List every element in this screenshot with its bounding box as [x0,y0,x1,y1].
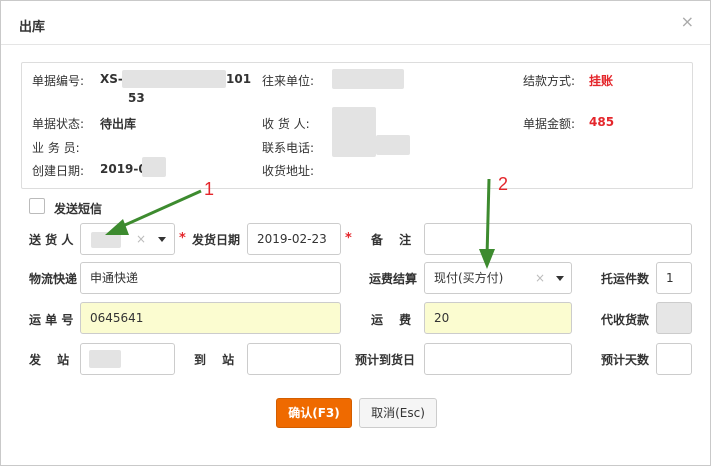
order-no-label: 单据编号: [32,74,85,88]
to-station-input[interactable] [247,343,341,375]
chevron-down-icon [158,237,166,242]
waybill-input[interactable]: 0645641 [80,302,341,334]
redacted-station [89,350,121,368]
dialog-title: 出库 [19,20,46,35]
status-label: 单据状态: [32,117,85,131]
salesman-label: 业 务 员: [32,141,80,155]
address-label: 收货地址: [262,164,315,178]
from-station-label: 发 站 [29,353,70,367]
remark-label: 备 注 [371,233,412,247]
redacted-sender [91,232,121,248]
sender-label: 送 货 人 [29,233,74,247]
partner-label: 往来单位: [262,74,315,88]
redacted-order-no [122,70,226,88]
sender-select[interactable]: × [80,223,175,255]
freight-settle-select[interactable]: 现付(买方付) × [424,262,572,294]
send-sms-checkbox[interactable] [29,198,45,214]
order-no-line2: 53 [128,91,145,105]
status-value: 待出库 [100,117,137,131]
logistics-input[interactable]: 申通快递 [80,262,341,294]
chevron-down-icon [556,276,564,281]
clear-freight-settle-icon[interactable]: × [535,263,545,293]
freight-input[interactable]: 20 [424,302,572,334]
ship-date-label: 发货日期 [192,233,241,247]
est-days-label: 预计天数 [601,353,650,367]
cod-label: 代收货款 [601,313,650,327]
consign-count-label: 托运件数 [601,272,650,286]
from-station-input[interactable] [80,343,175,375]
order-no-suffix: 101 [226,72,252,86]
created-label: 创建日期: [32,164,85,178]
receiver-label: 收 货 人: [262,117,310,131]
cancel-button[interactable]: 取消(Esc) [359,398,437,428]
waybill-label: 运 单 号 [29,313,74,327]
freight-label: 运 费 [371,313,412,327]
dialog-header: 出库 × [1,1,710,45]
outbound-dialog: 出库 × 单据编号: XS- 101 53 往来单位: 结款方式: 挂账 单据状… [0,0,711,466]
created-value: 2019-0 [100,162,147,176]
clear-sender-icon[interactable]: × [136,224,146,254]
redacted-receiver [332,107,376,157]
phone-label: 联系电话: [262,141,315,155]
redacted-phone [376,135,410,155]
eta-label: 预计到货日 [355,353,416,367]
amount-value: 485 [589,115,615,129]
amount-label: 单据金额: [523,117,576,131]
annotation-number-2: 2 [498,174,509,194]
to-station-label: 到 站 [194,353,235,367]
order-no-value: XS- [100,72,123,86]
settle-method-value: 挂账 [589,74,614,88]
redacted-partner [332,69,404,89]
send-sms-label: 发送短信 [54,202,103,216]
logistics-label: 物流快递 [29,272,78,286]
eta-input[interactable] [424,343,572,375]
confirm-button[interactable]: 确认(F3) [276,398,352,428]
est-days-input[interactable] [656,343,692,375]
close-icon[interactable]: × [681,12,694,31]
settle-method-label: 结款方式: [523,74,576,88]
required-mark: * [345,231,352,246]
freight-settle-value: 现付(买方付) [434,271,504,285]
order-info-panel: 单据编号: XS- 101 53 往来单位: 结款方式: 挂账 单据状态: 待出… [21,62,693,189]
redacted-date [142,157,166,177]
cod-input[interactable] [656,302,692,334]
required-mark: * [179,231,186,246]
annotation-number-1: 1 [204,179,215,199]
remark-input[interactable] [424,223,692,255]
ship-date-input[interactable]: 2019-02-23 [247,223,341,255]
freight-settle-label: 运费结算 [369,272,418,286]
consign-count-input[interactable]: 1 [656,262,692,294]
